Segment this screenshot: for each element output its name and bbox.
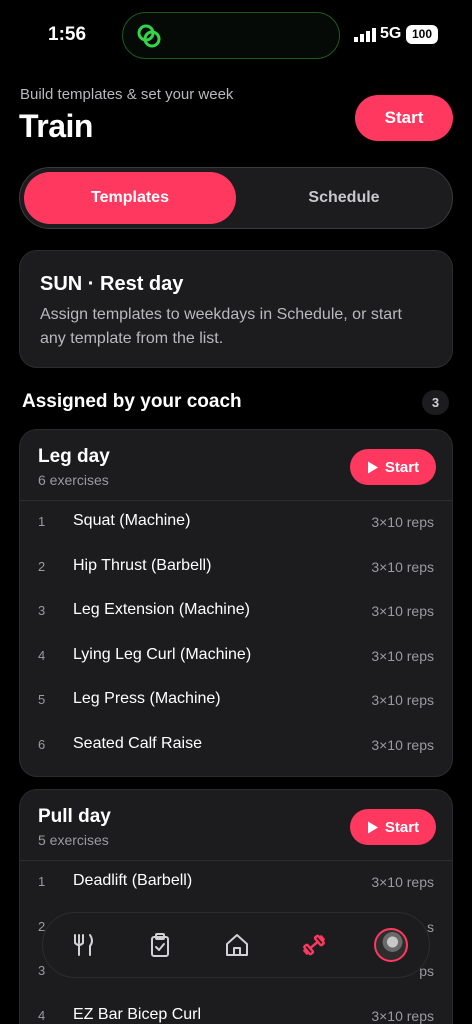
exercise-name: Leg Press (Machine) <box>73 690 221 707</box>
dumbbell-icon <box>303 934 325 956</box>
dynamic-island[interactable] <box>122 12 340 59</box>
exercise-row[interactable]: 2 Hip Thrust (Barbell) 3×10 reps <box>20 546 452 591</box>
exercise-reps: 3×10 reps <box>371 647 434 664</box>
rest-day-title: SUN · Rest day <box>40 273 184 295</box>
exercise-number: 4 <box>38 647 46 663</box>
exercise-number: 1 <box>38 514 46 529</box>
template-card-header: Leg day 6 exercises Start <box>20 430 452 501</box>
exercise-name: Lying Leg Curl (Machine) <box>73 645 252 663</box>
exercise-reps: 3×10 reps <box>371 692 434 708</box>
tab-templates[interactable]: Templates <box>24 172 236 224</box>
exercise-name: Seated Calf Raise <box>73 734 202 752</box>
exercise-row[interactable]: 4 EZ Bar Bicep Curl 3×10 reps <box>20 995 452 1024</box>
network-type: 5G <box>380 25 402 42</box>
exercise-number: 2 <box>38 558 46 574</box>
tab-schedule[interactable]: Schedule <box>238 172 450 224</box>
exercise-name: Squat (Machine) <box>73 512 191 529</box>
exercise-row[interactable]: 3 Leg Extension (Machine) 3×10 reps <box>20 590 452 635</box>
exercise-number: 1 <box>38 874 46 889</box>
page-title: Train <box>19 108 93 144</box>
rest-day-card: SUN · Rest day Assign templates to weekd… <box>19 250 453 368</box>
tab-bar <box>42 912 430 978</box>
exercise-row[interactable]: 1 Deadlift (Barbell) 3×10 reps <box>20 861 452 906</box>
template-name: Pull day <box>38 806 111 827</box>
exercise-row[interactable]: 1 Squat (Machine) 3×10 reps <box>20 501 452 546</box>
exercise-number: 6 <box>38 736 46 752</box>
start-template-button[interactable]: Start <box>350 809 436 845</box>
battery-icon: 100 <box>406 25 438 44</box>
tab-train[interactable] <box>296 927 332 963</box>
tab-home[interactable] <box>219 927 255 963</box>
start-template-label: Start <box>384 818 420 836</box>
exercise-reps: 3×10 reps <box>371 558 434 575</box>
exercise-reps: s <box>427 918 434 935</box>
exercise-row[interactable]: 6 Seated Calf Raise 3×10 reps <box>20 724 452 769</box>
exercise-number: 4 <box>38 1007 46 1023</box>
segmented-control: Templates Schedule <box>19 167 453 229</box>
status-time: 1:56 <box>48 24 87 45</box>
exercise-name: Hip Thrust (Barbell) <box>73 556 212 574</box>
exercise-number: 3 <box>38 963 46 978</box>
exercise-name: EZ Bar Bicep Curl <box>73 1005 202 1023</box>
exercise-reps: 3×10 reps <box>371 603 434 619</box>
exercise-reps: 3×10 reps <box>371 1007 434 1024</box>
start-template-label: Start <box>384 458 420 476</box>
linked-rings-icon <box>137 24 161 48</box>
template-card-leg-day[interactable]: Leg day 6 exercises Start 1 Squat (Machi… <box>19 429 453 777</box>
exercise-row[interactable]: 5 Leg Press (Machine) 3×10 reps <box>20 679 452 724</box>
exercise-reps: 3×10 reps <box>371 874 434 890</box>
start-workout-button[interactable]: Start <box>355 95 453 141</box>
tab-nutrition[interactable] <box>65 927 101 963</box>
tab-tasks[interactable] <box>142 927 178 963</box>
exercise-number: 5 <box>38 692 46 707</box>
exercise-number: 3 <box>38 603 46 618</box>
signal-icon <box>354 28 376 42</box>
fork-knife-icon <box>74 934 93 956</box>
exercise-reps: 3×10 reps <box>371 736 434 753</box>
exercise-reps: 3×10 reps <box>371 514 434 530</box>
clipboard-check-icon <box>151 933 169 957</box>
avatar <box>374 928 408 962</box>
template-exercise-count: 5 exercises <box>38 832 109 848</box>
play-icon <box>367 461 378 473</box>
template-exercise-count: 6 exercises <box>38 472 109 488</box>
section-count-badge: 3 <box>422 390 449 415</box>
exercise-name: Deadlift (Barbell) <box>73 872 193 889</box>
status-bar: 1:56 5G 100 <box>0 0 472 70</box>
rest-day-description: Assign templates to weekdays in Schedule… <box>40 306 402 347</box>
start-template-button[interactable]: Start <box>350 449 436 485</box>
section-title: Assigned by your coach <box>22 391 242 412</box>
template-card-header: Pull day 5 exercises Start <box>20 790 452 861</box>
play-icon <box>367 821 378 833</box>
page-subtitle: Build templates & set your week <box>20 86 234 103</box>
template-name: Leg day <box>38 446 110 467</box>
exercise-row[interactable]: 4 Lying Leg Curl (Machine) 3×10 reps <box>20 635 452 680</box>
exercise-name: Leg Extension (Machine) <box>73 601 250 618</box>
template-card-pull-day[interactable]: Pull day 5 exercises Start 1 Deadlift (B… <box>19 789 453 1024</box>
home-icon <box>226 934 248 956</box>
tab-profile[interactable] <box>373 927 409 963</box>
